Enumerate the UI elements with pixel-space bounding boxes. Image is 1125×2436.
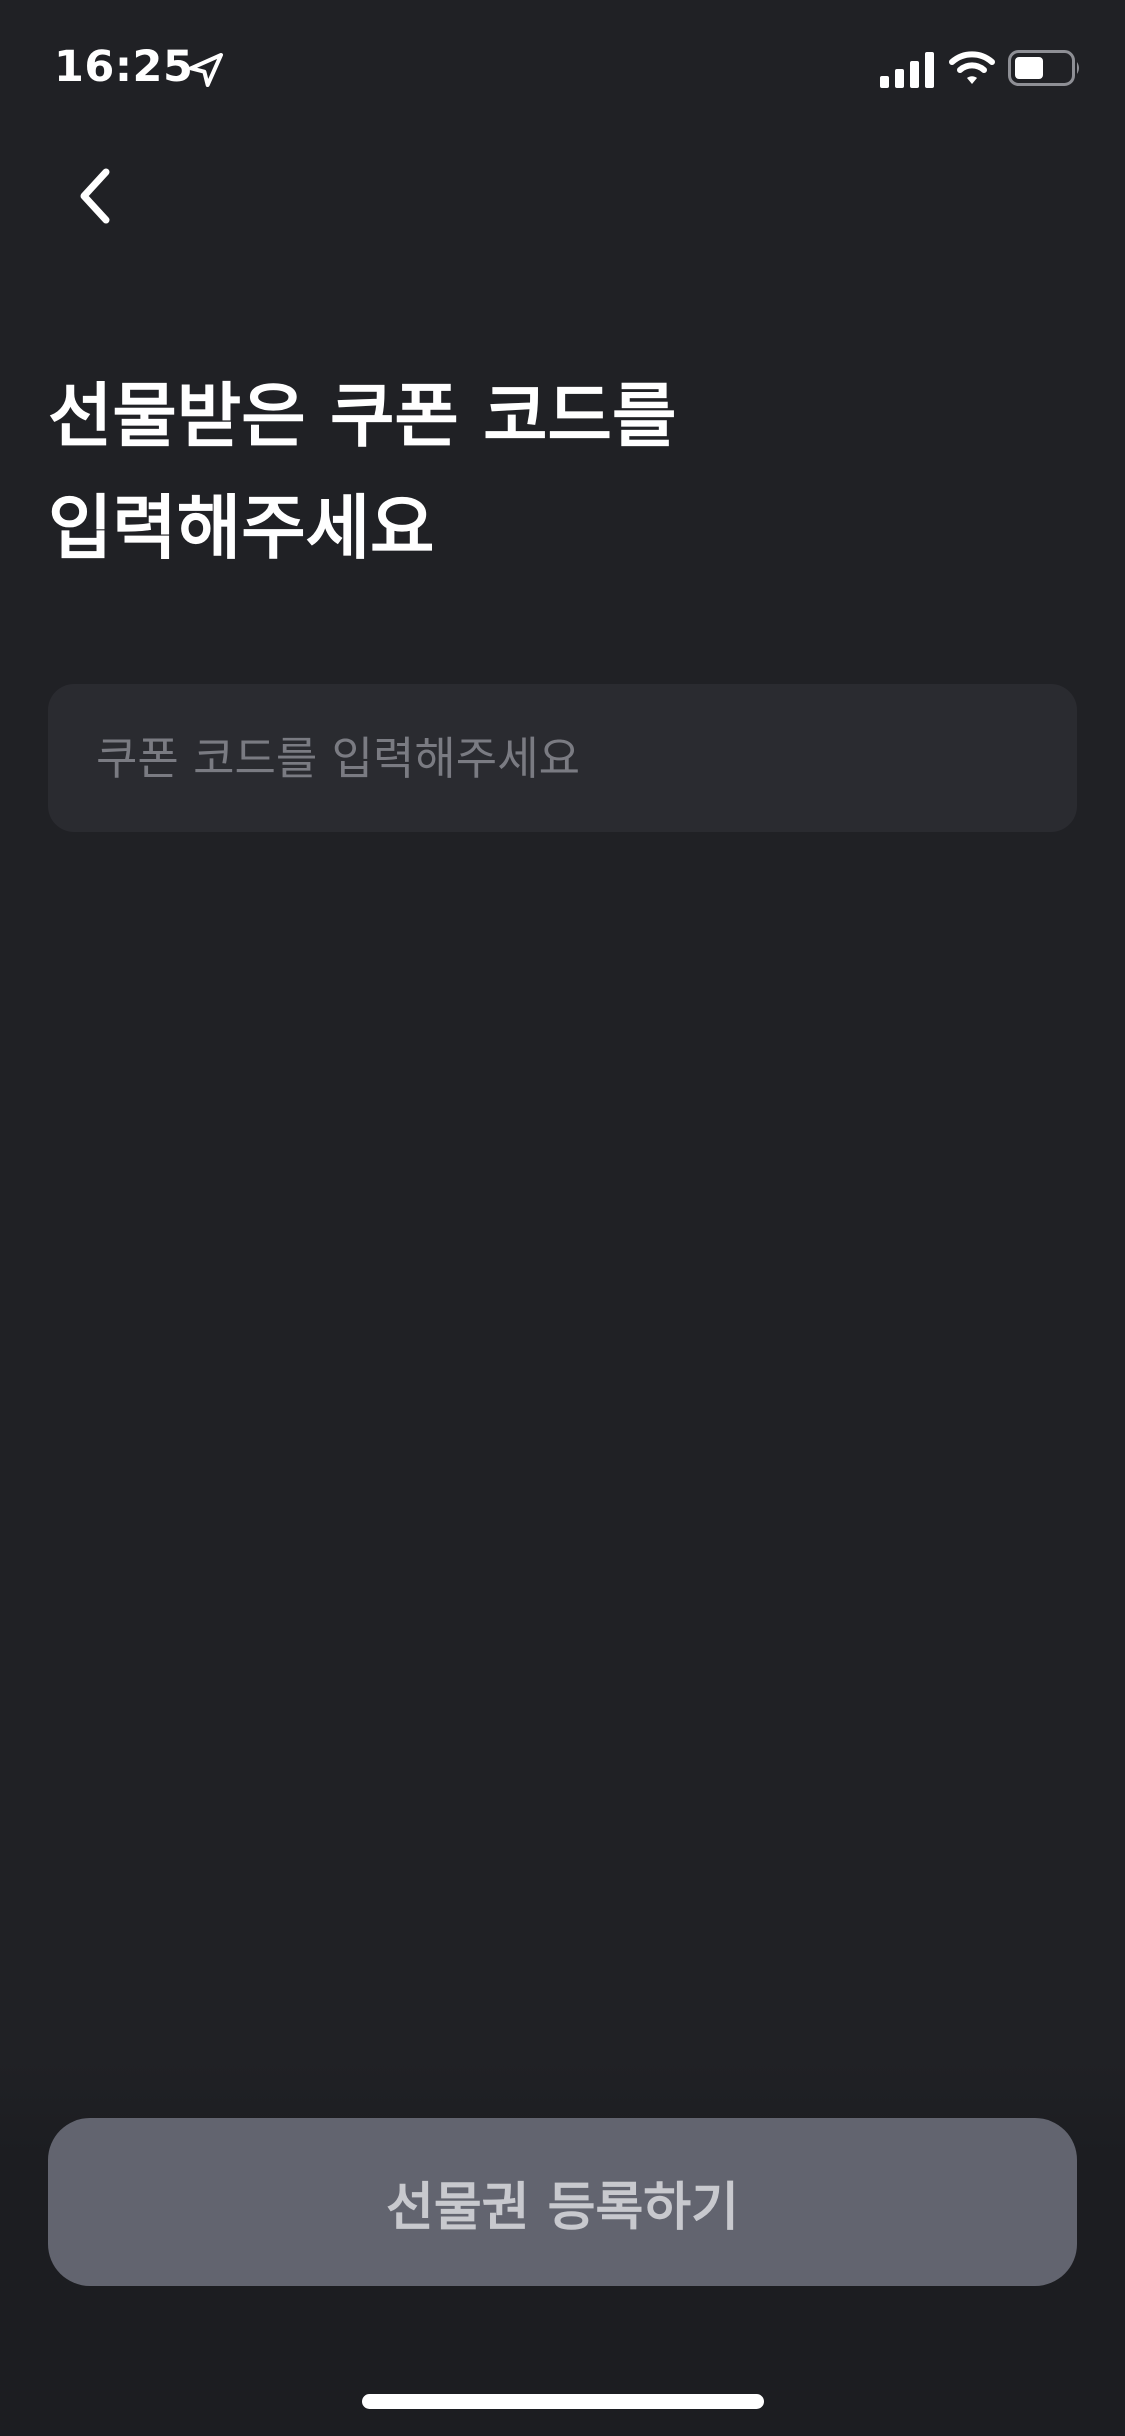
wifi-icon [949, 51, 995, 84]
coupon-code-input[interactable] [48, 684, 1077, 832]
register-gift-card-button[interactable]: 선물권 등록하기 [48, 2118, 1077, 2286]
back-button[interactable] [54, 156, 134, 236]
location-arrow-icon [189, 53, 223, 87]
status-bar: 16:25 [0, 0, 1125, 140]
coupon-code-field[interactable] [48, 684, 1077, 832]
status-time: 16:25 [54, 42, 194, 92]
home-indicator[interactable] [362, 2394, 764, 2409]
page-title: 선물받은 쿠폰 코드를 입력해주세요 [48, 360, 1048, 584]
chevron-left-icon [80, 168, 110, 224]
battery-icon [1008, 50, 1079, 86]
page-title-line-1: 선물받은 쿠폰 코드를 [48, 375, 677, 457]
page-title-line-2: 입력해주세요 [48, 487, 435, 569]
cellular-signal-icon [880, 52, 934, 88]
